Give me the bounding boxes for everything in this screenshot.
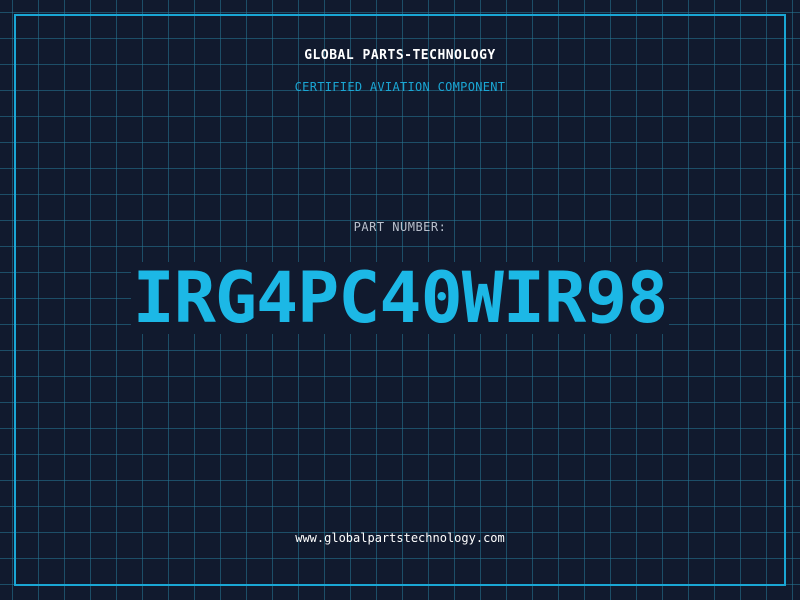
part-number-container: IRG4PC40WIR98 xyxy=(0,262,800,334)
part-number-value: IRG4PC40WIR98 xyxy=(130,257,670,339)
company-name: GLOBAL PARTS-TECHNOLOGY xyxy=(304,48,496,63)
subtitle: CERTIFIED AVIATION COMPONENT xyxy=(294,80,506,94)
part-number-label: PART NUMBER: xyxy=(353,220,447,234)
website-url: www.globalpartstechnology.com xyxy=(295,531,505,545)
